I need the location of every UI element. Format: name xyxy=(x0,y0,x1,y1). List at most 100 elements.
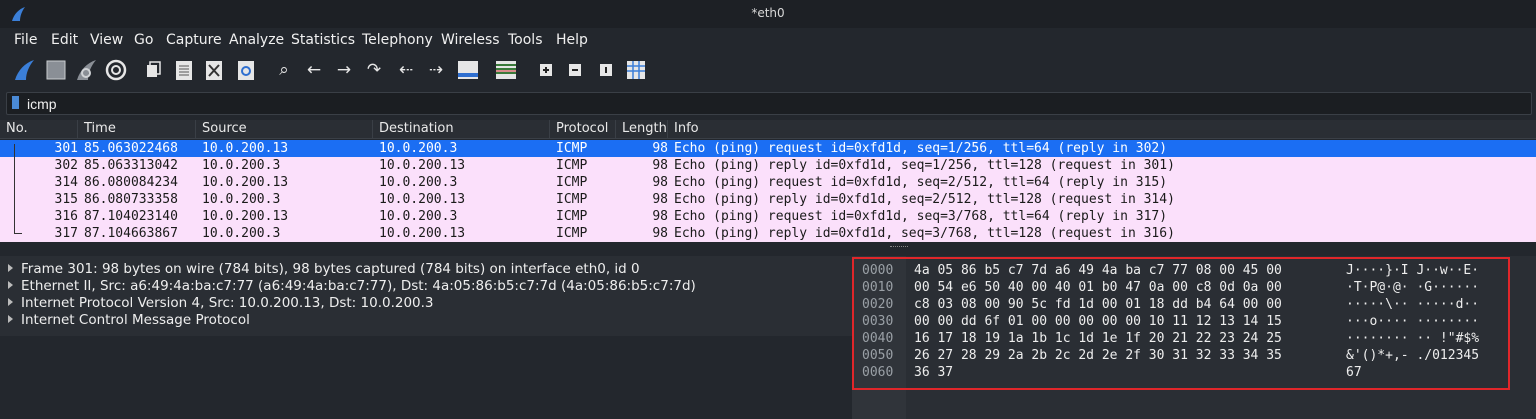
menu-go[interactable]: Go xyxy=(134,32,153,48)
capture-options-icon[interactable] xyxy=(104,58,128,82)
byte-hex[interactable]: 36 37 xyxy=(914,364,953,381)
packet-cell-no: 317 xyxy=(54,226,78,241)
go-back-icon[interactable]: ← xyxy=(302,58,326,82)
packet-cell-info: Echo (ping) reply id=0xfd1d, seq=1/256, … xyxy=(674,158,1175,173)
packet-list: No. Time Source Destination Protocol Len… xyxy=(0,120,1536,242)
title-bar: *eth0 xyxy=(0,0,1536,28)
byte-ascii[interactable]: ·T·P@·@· ·G······ xyxy=(1346,279,1479,296)
expand-arrow-icon[interactable] xyxy=(8,281,13,289)
menu-tools[interactable]: Tools xyxy=(508,32,543,48)
save-file-icon[interactable] xyxy=(172,58,196,82)
packet-row[interactable]: 316 87.104023140 10.0.200.13 10.0.200.3 ICMP… xyxy=(0,208,1536,225)
packet-bytes: 0000 4a 05 86 b5 c7 7d a6 49 4a ba c7 77 … xyxy=(852,256,1536,419)
byte-hex[interactable]: 26 27 28 29 2a 2b 2c 2d 2e 2f 30 31 32 3… xyxy=(914,347,1282,364)
column-header-no[interactable]: No. xyxy=(0,120,78,138)
byte-offset: 0040 xyxy=(862,331,894,346)
packet-row[interactable]: 315 86.080733358 10.0.200.3 10.0.200.13 ICMP… xyxy=(0,191,1536,208)
detail-ethernet[interactable]: Ethernet II, Src: a6:49:4a:ba:c7:77 (a6:… xyxy=(8,278,848,295)
packet-row[interactable]: 314 86.080084234 10.0.200.13 10.0.200.3 ICMP… xyxy=(0,174,1536,191)
restart-capture-icon[interactable] xyxy=(74,58,98,82)
bookmark-icon[interactable] xyxy=(12,96,19,109)
details-empty-area xyxy=(0,336,852,419)
menu-edit[interactable]: Edit xyxy=(51,32,78,48)
column-header-destination[interactable]: Destination xyxy=(373,120,550,138)
packet-cell-destination: 10.0.200.13 xyxy=(379,226,466,241)
menu-statistics[interactable]: Statistics xyxy=(291,32,355,48)
byte-hex[interactable]: 4a 05 86 b5 c7 7d a6 49 4a ba c7 77 08 0… xyxy=(914,262,1282,279)
normal-size-icon[interactable] xyxy=(594,58,618,82)
menu-view[interactable]: View xyxy=(90,32,123,48)
detail-icmp[interactable]: Internet Control Message Protocol xyxy=(8,312,848,329)
byte-ascii[interactable]: 67 xyxy=(1346,364,1362,381)
menu-wireless[interactable]: Wireless xyxy=(441,32,500,48)
open-file-icon[interactable] xyxy=(142,58,166,82)
packet-cell-time: 87.104663867 xyxy=(84,226,178,241)
column-header-protocol[interactable]: Protocol xyxy=(550,120,616,138)
packet-cell-protocol: ICMP xyxy=(556,209,588,224)
find-packet-icon[interactable]: ⌕ xyxy=(272,58,296,82)
packet-row[interactable]: 302 85.063313042 10.0.200.3 10.0.200.13 ICMP… xyxy=(0,157,1536,174)
packet-cell-length: 98 xyxy=(652,158,668,173)
go-to-packet-icon[interactable]: ↷ xyxy=(362,58,386,82)
detail-ipv4[interactable]: Internet Protocol Version 4, Src: 10.0.2… xyxy=(8,295,848,312)
column-header-info[interactable]: Info xyxy=(668,120,1536,138)
packet-details: Frame 301: 98 bytes on wire (784 bits), … xyxy=(0,256,852,336)
byte-offset: 0030 xyxy=(862,314,894,329)
byte-ascii[interactable]: J····}·I J··w··E· xyxy=(1346,262,1479,279)
packet-cell-length: 98 xyxy=(652,226,668,241)
packet-list-header: No. Time Source Destination Protocol Len… xyxy=(0,120,1536,139)
menu-analyze[interactable]: Analyze xyxy=(229,32,284,48)
packet-cell-protocol: ICMP xyxy=(556,226,588,241)
auto-scroll-icon[interactable] xyxy=(456,58,480,82)
menu-file[interactable]: File xyxy=(14,32,37,48)
packet-cell-no: 316 xyxy=(54,209,78,224)
column-header-time[interactable]: Time xyxy=(78,120,196,138)
column-header-length[interactable]: Length xyxy=(616,120,668,138)
packet-cell-info: Echo (ping) reply id=0xfd1d, seq=3/768, … xyxy=(674,226,1175,241)
packet-cell-no: 301 xyxy=(54,141,78,156)
byte-ascii[interactable]: &'()*+,- ./012345 xyxy=(1346,347,1479,364)
menu-telephony[interactable]: Telephony xyxy=(362,32,433,48)
main-toolbar: ⌕ ← → ↷ ⇠ ⇢ xyxy=(0,52,1536,88)
go-forward-icon[interactable]: → xyxy=(332,58,356,82)
byte-hex[interactable]: 00 00 dd 6f 01 00 00 00 00 00 10 11 12 1… xyxy=(914,313,1282,330)
byte-hex[interactable]: c8 03 08 00 90 5c fd 1d 00 01 18 dd b4 6… xyxy=(914,296,1282,313)
packet-row[interactable]: 301 85.063022468 10.0.200.13 10.0.200.3 ICMP… xyxy=(0,140,1536,157)
byte-offset: 0060 xyxy=(862,365,894,380)
zoom-out-icon[interactable] xyxy=(563,58,587,82)
packet-cell-destination: 10.0.200.3 xyxy=(379,175,458,190)
packet-row[interactable]: 317 87.104663867 10.0.200.3 10.0.200.13 ICMP… xyxy=(0,225,1536,242)
byte-ascii[interactable]: ···o···· ········ xyxy=(1346,313,1479,330)
first-packet-icon[interactable]: ⇠ xyxy=(394,58,418,82)
close-file-icon[interactable] xyxy=(202,58,226,82)
stop-capture-icon[interactable] xyxy=(44,58,68,82)
colorize-icon[interactable] xyxy=(494,58,518,82)
expand-arrow-icon[interactable] xyxy=(8,298,13,306)
byte-hex[interactable]: 16 17 18 19 1a 1b 1c 1d 1e 1f 20 21 22 2… xyxy=(914,330,1282,347)
packet-cell-length: 98 xyxy=(652,192,668,207)
detail-frame[interactable]: Frame 301: 98 bytes on wire (784 bits), … xyxy=(8,261,848,278)
start-capture-icon[interactable] xyxy=(12,58,36,82)
window-title: *eth0 xyxy=(751,6,785,20)
zoom-in-icon[interactable] xyxy=(534,58,558,82)
resize-columns-icon[interactable] xyxy=(624,58,648,82)
last-packet-icon[interactable]: ⇢ xyxy=(424,58,448,82)
menu-capture[interactable]: Capture xyxy=(166,32,222,48)
packet-cell-protocol: ICMP xyxy=(556,192,588,207)
packet-cell-destination: 10.0.200.3 xyxy=(379,209,458,224)
menu-help[interactable]: Help xyxy=(556,32,588,48)
byte-ascii[interactable]: ·····\·· ·····d·· xyxy=(1346,296,1479,313)
column-header-source[interactable]: Source xyxy=(196,120,373,138)
expand-arrow-icon[interactable] xyxy=(8,315,13,323)
expand-arrow-icon[interactable] xyxy=(8,264,13,272)
packet-cell-length: 98 xyxy=(652,209,668,224)
display-filter-input[interactable] xyxy=(27,93,1517,114)
splitter-grip[interactable] xyxy=(890,246,908,249)
byte-hex[interactable]: 00 54 e6 50 40 00 40 01 b0 47 0a 00 c8 0… xyxy=(914,279,1282,296)
packet-cell-source: 10.0.200.3 xyxy=(202,192,281,207)
packet-cell-source: 10.0.200.13 xyxy=(202,175,289,190)
pane-splitter[interactable] xyxy=(0,242,1536,256)
byte-ascii[interactable]: ········ ·· !"#$% xyxy=(1346,330,1479,347)
reload-file-icon[interactable] xyxy=(234,58,258,82)
packet-cell-protocol: ICMP xyxy=(556,141,588,156)
